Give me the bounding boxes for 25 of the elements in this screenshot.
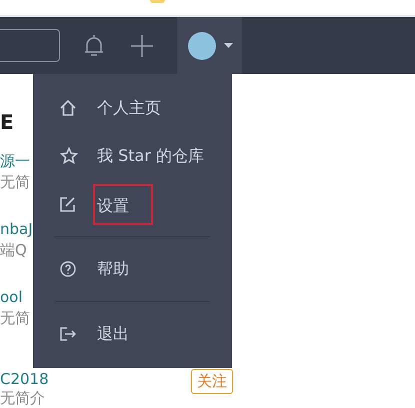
menu-item[interactable]: 我 Star 的仓库 <box>33 132 232 180</box>
menu-item[interactable]: 设置 <box>33 180 232 228</box>
avatar[interactable] <box>188 32 216 60</box>
bell-icon[interactable] <box>83 32 105 58</box>
menu-item[interactable]: 个人主页 <box>33 84 232 132</box>
repo-link[interactable]: C2018 <box>0 369 49 389</box>
tab-marker <box>150 0 165 3</box>
edit-icon <box>60 196 75 212</box>
menu-item[interactable]: 退出 <box>33 310 232 358</box>
star-icon <box>60 147 78 165</box>
repo-description: 无简 <box>0 308 30 329</box>
repo-link[interactable]: ool <box>0 287 23 307</box>
repo-link[interactable]: 源一 <box>0 151 30 171</box>
caret-icon[interactable] <box>224 43 233 48</box>
plus-icon[interactable] <box>131 34 153 56</box>
help-icon <box>60 261 76 277</box>
repo-description: 无简介 <box>0 389 45 407</box>
home-icon <box>60 100 76 116</box>
search-field[interactable] <box>0 29 60 62</box>
repo-description: 端Q <box>0 240 27 261</box>
logout-icon <box>60 327 76 341</box>
repo-link[interactable]: nbaJ <box>0 219 33 239</box>
menu-item[interactable]: 帮助 <box>33 245 232 293</box>
section-heading: E <box>0 110 15 136</box>
repo-description: 无简 <box>0 172 30 193</box>
